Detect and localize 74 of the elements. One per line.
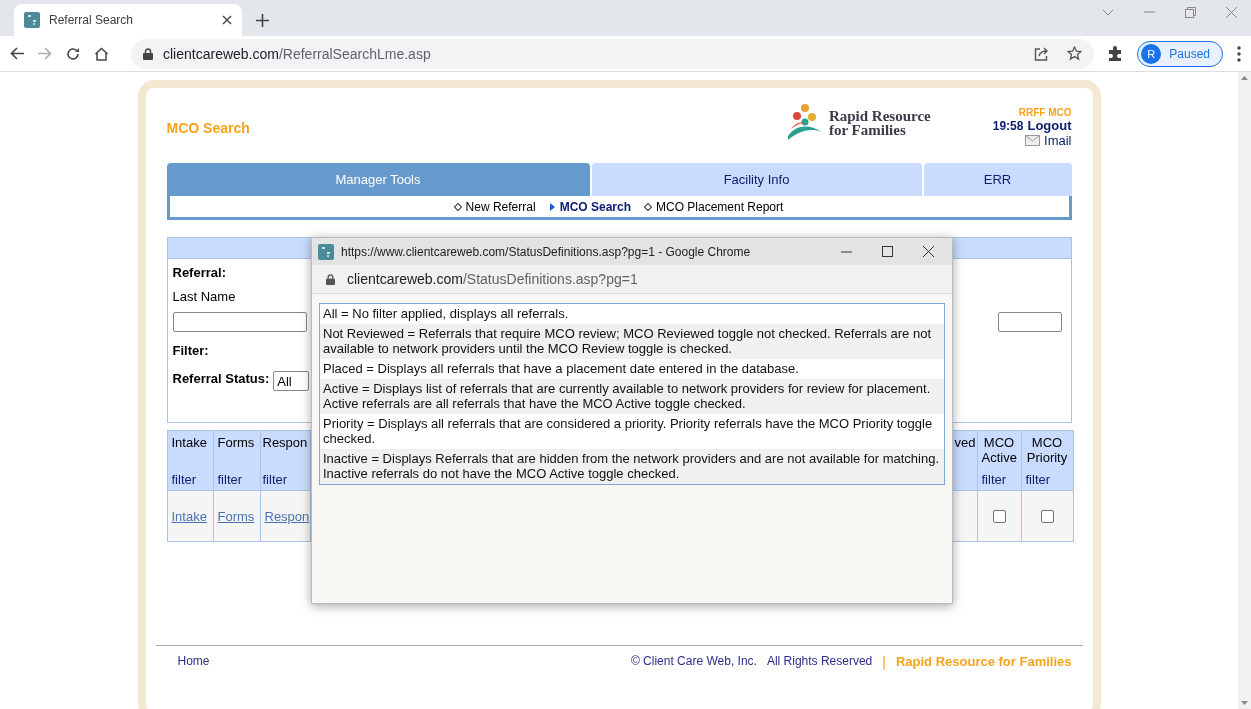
favicon-icon <box>318 243 334 260</box>
definition-text: Priority = Displays all referrals that are considered a priority. Priority referrals have the MCO Priority toggle checked. <box>322 415 934 448</box>
scrollbar[interactable] <box>1238 72 1251 709</box>
puzzle-icon[interactable] <box>1108 46 1124 61</box>
nav-tab[interactable]: ERR <box>923 163 1072 196</box>
lock-icon <box>326 273 335 285</box>
filter-link[interactable]: filter <box>262 472 310 487</box>
definition-text: All = No filter applied, displays all referrals. <box>322 305 570 323</box>
input-field[interactable] <box>997 312 1062 332</box>
page-title: MCO Search <box>166 119 250 136</box>
close-icon[interactable] <box>222 15 232 25</box>
forward-icon[interactable] <box>38 47 52 60</box>
table-link[interactable]: Intake <box>167 508 207 524</box>
back-icon[interactable] <box>10 47 24 60</box>
field-label: Referral Status: <box>172 371 270 386</box>
star-icon[interactable] <box>1067 46 1083 61</box>
scroll-down-icon[interactable] <box>1241 701 1248 705</box>
restore-icon[interactable] <box>1185 6 1196 18</box>
scroll-up-icon[interactable] <box>1241 76 1248 80</box>
chevron-down-icon[interactable] <box>1102 8 1114 16</box>
home-icon[interactable] <box>94 46 109 61</box>
filter-link[interactable]: filter <box>981 472 1017 487</box>
input-field[interactable] <box>172 312 307 332</box>
header-text: Respon <box>262 435 309 450</box>
address-bar[interactable]: clientcareweb.com/ReferralSearchLme.asp <box>131 38 1095 69</box>
url-text: clientcareweb.com/StatusDefinitions.asp?pg=1 <box>347 271 638 287</box>
filter-link[interactable]: filter <box>217 472 256 487</box>
browser-tab[interactable]: Referral Search <box>14 4 242 36</box>
filter-link[interactable]: filter <box>171 472 209 487</box>
definition-text: Active = Displays list of referrals that are currently available to network providers for review for placement. Active referrals are all referrals that have the MCO Active toggle checked. <box>320 379 944 414</box>
checkbox[interactable] <box>1040 509 1054 523</box>
definition-text: Inactive = Displays Referrals that are hidden from the network providers and are not available for matching. Inactive referrals do not have the MCO Active toggle checked. <box>320 449 944 484</box>
time-label: 19:58 <box>992 118 1024 133</box>
organization-label: RRFF MCO <box>1018 107 1072 118</box>
new-tab-icon[interactable] <box>256 14 269 27</box>
reload-icon[interactable] <box>66 46 80 61</box>
header-text: MCO Priority <box>1025 435 1069 465</box>
section-label: Filter: <box>172 343 209 358</box>
separator-text: | <box>882 654 886 670</box>
field-label: Last Name <box>172 289 237 304</box>
minimize-icon[interactable] <box>841 250 852 253</box>
copyright-text: © Client Care Web, Inc. <box>630 654 757 668</box>
subnav-link[interactable]: New Referral <box>454 199 536 214</box>
checkbox[interactable] <box>992 509 1006 523</box>
section-label: Referral: <box>172 265 226 280</box>
status-dropdown[interactable]: All <box>273 371 310 391</box>
nav-tab[interactable]: Facility Info <box>591 163 922 196</box>
profile-button[interactable]: R Paused <box>1137 40 1223 67</box>
favicon-icon <box>24 12 40 28</box>
header-text: ved <box>954 435 976 450</box>
header-text: Intake <box>171 435 208 450</box>
logo-text: Rapid Resource for Families <box>828 108 931 137</box>
url-text: clientcareweb.com/ReferralSearchLme.asp <box>163 45 431 62</box>
close-icon[interactable] <box>923 246 934 257</box>
menu-icon[interactable] <box>1237 45 1241 62</box>
share-icon[interactable] <box>1034 46 1050 61</box>
logout-link[interactable]: Logout <box>1027 118 1072 133</box>
email-link[interactable]: Imail <box>1044 133 1072 148</box>
header-text: MCO Active <box>981 435 1017 465</box>
subnav-link[interactable]: MCO Search <box>549 199 631 214</box>
definition-text: Not Reviewed = Referrals that require MCO review; MCO Reviewed toggle not checked. Referrals are not available to network providers until the MCO Review toggle is checked. <box>320 324 944 359</box>
subnav-link[interactable]: MCO Placement Report <box>645 199 784 214</box>
rights-text: All Rights Reserved <box>766 654 873 668</box>
table-link[interactable]: Forms <box>213 508 255 524</box>
home-link[interactable]: Home <box>177 654 210 668</box>
triangle-icon <box>549 202 555 211</box>
maximize-icon[interactable] <box>882 246 893 257</box>
lock-icon <box>143 47 153 60</box>
filter-link[interactable]: filter <box>1025 472 1069 487</box>
header-text: Forms <box>217 435 256 450</box>
definition-text: Placed = Displays all referrals that have a placement date entered in the database. <box>322 360 800 378</box>
table-link[interactable]: Respon <box>260 508 310 524</box>
envelope-icon <box>1025 135 1041 146</box>
popup-title: https://www.clientcareweb.com/StatusDefinitions.asp?pg=1 - Google Chrome <box>341 244 751 259</box>
